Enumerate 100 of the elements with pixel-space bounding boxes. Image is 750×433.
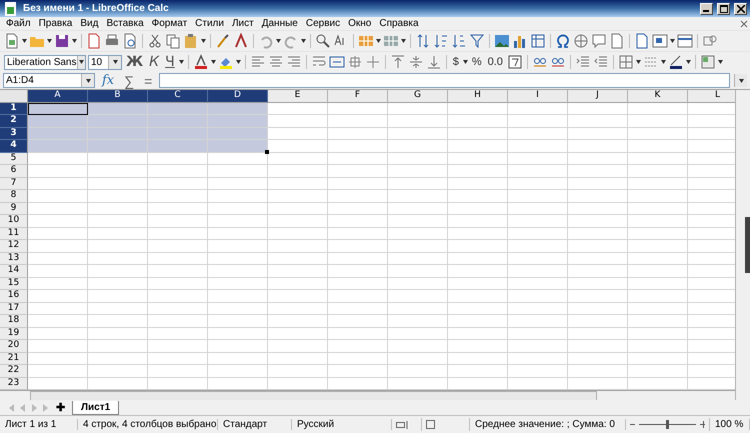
table-cell[interactable] [508, 202, 568, 215]
table-cell[interactable] [268, 290, 328, 302]
table-cell[interactable] [208, 228, 268, 240]
table-cell[interactable] [568, 190, 628, 202]
table-cell[interactable] [268, 315, 328, 328]
table-cell[interactable] [508, 315, 568, 328]
header-footer-icon[interactable] [609, 33, 625, 49]
table-cell[interactable] [208, 365, 268, 378]
table-cell[interactable] [628, 228, 688, 240]
table-cell[interactable] [148, 240, 208, 252]
table-cell[interactable] [568, 215, 628, 228]
border-color-icon[interactable] [668, 54, 684, 70]
table-cell[interactable] [208, 328, 268, 340]
table-cell[interactable] [688, 302, 735, 315]
find-replace-icon[interactable] [315, 33, 331, 49]
table-cell[interactable] [28, 115, 88, 128]
copy-icon[interactable] [165, 33, 181, 49]
table-cell[interactable] [328, 152, 388, 165]
formula-input-field[interactable] [159, 73, 730, 88]
table-cell[interactable] [388, 102, 448, 115]
table-cell[interactable] [388, 278, 448, 290]
table-cell[interactable] [448, 152, 508, 165]
formula-button[interactable]: = [141, 72, 156, 88]
caret-icon[interactable] [47, 39, 52, 43]
add-sheet-button[interactable]: ✚ [52, 401, 69, 414]
table-cell[interactable] [508, 340, 568, 352]
column-header[interactable]: C [148, 90, 208, 102]
table-cell[interactable] [88, 302, 148, 315]
table-cell[interactable] [448, 102, 508, 115]
table-cell[interactable] [568, 152, 628, 165]
italic-button[interactable]: К [147, 53, 162, 71]
table-cell[interactable] [28, 102, 88, 115]
table-cell[interactable] [88, 240, 148, 252]
table-cell[interactable] [628, 328, 688, 340]
table-cell[interactable] [328, 265, 388, 278]
menu-item[interactable]: Лист [228, 18, 258, 29]
first-sheet-icon[interactable] [8, 404, 16, 412]
close-button[interactable] [734, 2, 747, 14]
row-header[interactable]: 15 [0, 278, 28, 290]
table-cell[interactable] [508, 178, 568, 190]
table-cell[interactable] [628, 365, 688, 378]
table-cell[interactable] [448, 115, 508, 128]
menu-item[interactable]: Данные [258, 18, 302, 29]
table-cell[interactable] [688, 202, 735, 215]
table-cell[interactable] [568, 178, 628, 190]
table-cell[interactable] [208, 340, 268, 352]
table-cell[interactable] [28, 228, 88, 240]
column-header[interactable]: L [688, 90, 735, 102]
caret-icon[interactable] [738, 78, 744, 82]
row-header[interactable]: 13 [0, 252, 28, 265]
table-cell[interactable] [628, 278, 688, 290]
table-cell[interactable] [268, 278, 328, 290]
table-cell[interactable] [88, 278, 148, 290]
caret-icon[interactable] [462, 60, 468, 64]
currency-button[interactable]: $ [450, 53, 461, 71]
percent-button[interactable]: % [470, 53, 484, 71]
table-cell[interactable] [568, 240, 628, 252]
table-cell[interactable] [448, 378, 508, 390]
table-cell[interactable] [388, 315, 448, 328]
table-cell[interactable] [508, 290, 568, 302]
row-header[interactable]: 20 [0, 340, 28, 352]
table-cell[interactable] [148, 290, 208, 302]
table-cell[interactable] [88, 265, 148, 278]
comment-icon[interactable] [591, 33, 607, 49]
table-cell[interactable] [28, 278, 88, 290]
table-cell[interactable] [388, 352, 448, 365]
table-cell[interactable] [688, 152, 735, 165]
column-header[interactable]: B [88, 90, 148, 102]
table-cell[interactable] [448, 278, 508, 290]
table-cell[interactable] [328, 115, 388, 128]
print-preview-icon[interactable] [122, 33, 138, 49]
row-header[interactable]: 7 [0, 178, 28, 190]
table-cell[interactable] [208, 140, 268, 152]
sort-descending-icon[interactable] [451, 33, 467, 49]
sort-ascending-icon[interactable] [433, 33, 449, 49]
last-sheet-icon[interactable] [41, 404, 49, 412]
table-cell[interactable] [328, 328, 388, 340]
caret-icon[interactable] [210, 60, 216, 64]
row-header[interactable]: 17 [0, 302, 28, 315]
table-cell[interactable] [688, 378, 735, 390]
row-header[interactable]: 21 [0, 352, 28, 365]
table-cell[interactable] [148, 152, 208, 165]
freeze-icon[interactable] [652, 33, 668, 49]
table-cell[interactable] [328, 228, 388, 240]
table-cell[interactable] [328, 190, 388, 202]
table-cell[interactable] [688, 352, 735, 365]
row-header[interactable]: 10 [0, 215, 28, 228]
table-cell[interactable] [328, 165, 388, 178]
chart-icon[interactable] [512, 33, 528, 49]
table-cell[interactable] [88, 340, 148, 352]
table-cell[interactable] [448, 140, 508, 152]
table-cell[interactable] [208, 128, 268, 140]
column-header[interactable]: J [568, 90, 628, 102]
table-cell[interactable] [148, 265, 208, 278]
date-icon[interactable] [506, 54, 523, 70]
table-cell[interactable] [508, 228, 568, 240]
table-cell[interactable] [208, 352, 268, 365]
table-cell[interactable] [328, 178, 388, 190]
menu-item[interactable]: Стили [191, 18, 228, 29]
row-header[interactable]: 6 [0, 165, 28, 178]
